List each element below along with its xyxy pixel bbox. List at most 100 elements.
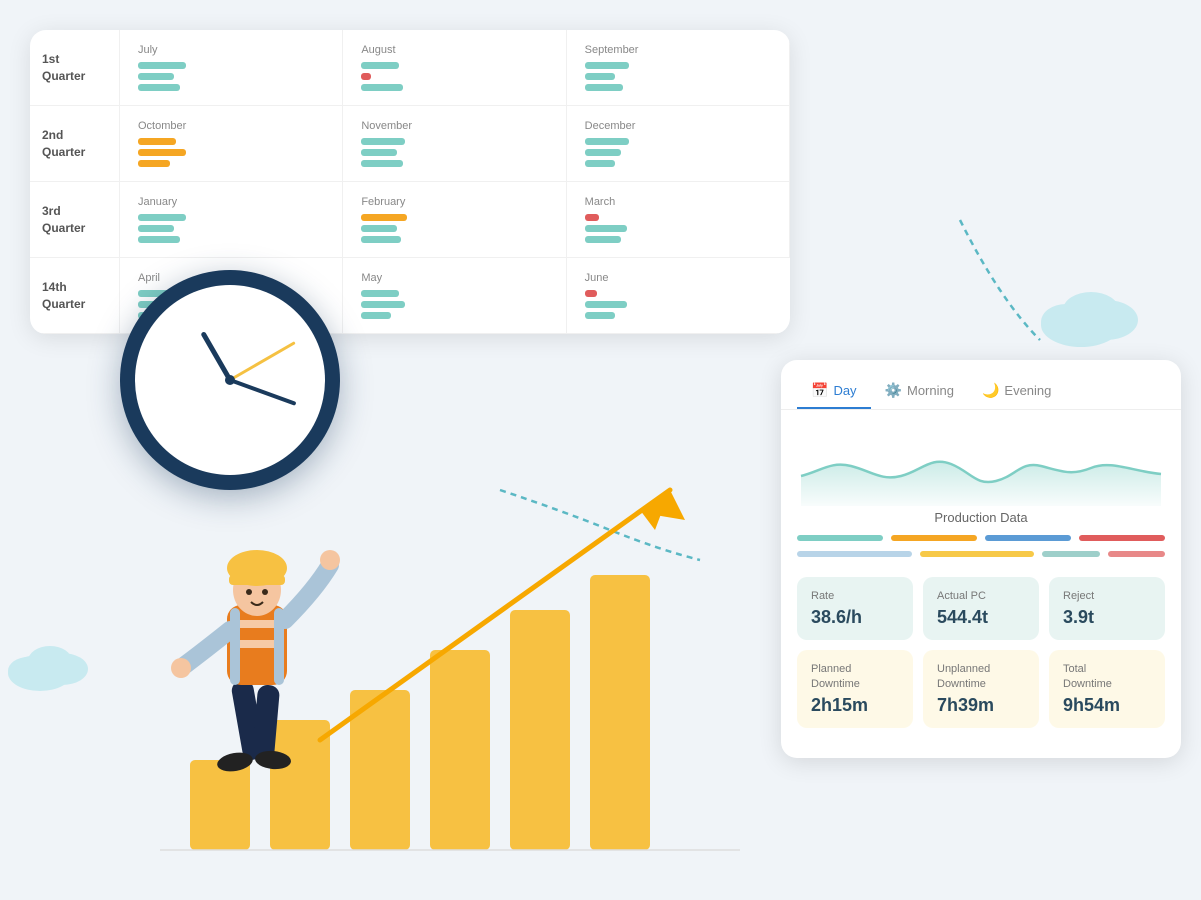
bar-3-2-0 — [585, 290, 597, 297]
quarter-label-text-1: 2ndQuarter — [42, 127, 85, 161]
bar-3-2-2 — [585, 312, 615, 319]
month-cell-2-1: February — [343, 182, 566, 258]
production-tabs: 📅 Day ⚙️ Morning 🌙 Evening — [781, 360, 1181, 410]
tab-evening[interactable]: 🌙 Evening — [968, 374, 1065, 409]
bar-row-2-2-2 — [585, 236, 771, 243]
stat-rate-label: Rate — [811, 589, 899, 603]
legend-row-2 — [781, 551, 1181, 567]
bar-group-0-1 — [361, 62, 547, 91]
quarter-label-3: 14thQuarter — [30, 258, 120, 334]
stat-total-value: 9h54m — [1063, 695, 1151, 716]
month-name-1-2: December — [585, 120, 771, 132]
legend-light-teal — [1042, 551, 1099, 557]
month-name-3-2: June — [585, 272, 772, 284]
stat-rate: Rate 38.6/h — [797, 577, 913, 640]
bar-row-1-0-2 — [138, 160, 324, 167]
morning-icon: ⚙️ — [885, 382, 902, 399]
stat-actual-pc-label: Actual PC — [937, 589, 1025, 603]
clock-minute-hand — [229, 378, 296, 406]
bar-1-2-2 — [585, 160, 615, 167]
month-name-2-1: February — [361, 196, 547, 208]
bar-3-1-0 — [361, 290, 399, 297]
stat-unplanned-value: 7h39m — [937, 695, 1025, 716]
tab-day[interactable]: 📅 Day — [797, 374, 871, 409]
bar-row-0-0-0 — [138, 62, 324, 69]
bar-group-2-2 — [585, 214, 771, 243]
bar-row-3-1-1 — [361, 301, 547, 308]
bar-row-0-1-0 — [361, 62, 547, 69]
stat-planned-downtime: PlannedDowntime 2h15m — [797, 650, 913, 728]
bar-1-0-2 — [138, 160, 170, 167]
bar-row-1-2-2 — [585, 160, 771, 167]
month-name-2-0: January — [138, 196, 324, 208]
bar-row-3-2-1 — [585, 301, 772, 308]
stats-row-1: Rate 38.6/h Actual PC 544.4t Reject 3.9t — [781, 577, 1181, 650]
legend-light-red — [1108, 551, 1165, 557]
legend-orange — [891, 535, 977, 541]
bar-group-1-0 — [138, 138, 324, 167]
bar-group-2-1 — [361, 214, 547, 243]
evening-icon: 🌙 — [982, 382, 999, 399]
month-name-0-0: July — [138, 44, 324, 56]
bar-1-2-0 — [585, 138, 629, 145]
bar-2-0-0 — [138, 214, 186, 221]
tab-morning[interactable]: ⚙️ Morning — [871, 374, 968, 409]
bar-row-1-2-1 — [585, 149, 771, 156]
bar-group-3-1 — [361, 290, 547, 319]
legend-red — [1079, 535, 1165, 541]
bar-row-0-0-2 — [138, 84, 324, 91]
bar-0-2-0 — [585, 62, 629, 69]
cloud-bottom-left — [0, 635, 100, 700]
legend-teal — [797, 535, 883, 541]
clock — [120, 270, 340, 490]
legend-light-blue — [797, 551, 912, 557]
bar-2-1-2 — [361, 236, 401, 243]
stat-total-downtime: TotalDowntime 9h54m — [1049, 650, 1165, 728]
bar-row-1-2-0 — [585, 138, 771, 145]
tab-day-label: Day — [833, 383, 856, 398]
production-title: Production Data — [781, 510, 1181, 525]
bar-group-1-1 — [361, 138, 547, 167]
stats-row-2: PlannedDowntime 2h15m UnplannedDowntime … — [781, 650, 1181, 738]
bar-row-3-1-2 — [361, 312, 547, 319]
bar-row-0-2-1 — [585, 73, 771, 80]
bar-1-1-1 — [361, 149, 397, 156]
month-name-1-1: November — [361, 120, 547, 132]
quarter-label-text-0: 1stQuarter — [42, 51, 85, 85]
stat-rate-value: 38.6/h — [811, 607, 899, 628]
bar-row-2-1-2 — [361, 236, 547, 243]
bar-2-1-1 — [361, 225, 397, 232]
bar-0-0-2 — [138, 84, 180, 91]
month-cell-1-1: November — [343, 106, 566, 182]
month-cell-2-0: January — [120, 182, 343, 258]
bar-row-0-1-1 — [361, 73, 547, 80]
production-card: 📅 Day ⚙️ Morning 🌙 Evening Produ — [781, 360, 1181, 758]
bar-row-3-2-0 — [585, 290, 772, 297]
month-name-0-1: August — [361, 44, 547, 56]
quarter-label-1: 2ndQuarter — [30, 106, 120, 182]
cloud-top-right — [1031, 280, 1151, 355]
bar-row-1-1-2 — [361, 160, 547, 167]
bar-0-1-0 — [361, 62, 399, 69]
bar-0-1-2 — [361, 84, 403, 91]
month-name-0-2: September — [585, 44, 771, 56]
bar-group-2-0 — [138, 214, 324, 243]
bar-group-1-2 — [585, 138, 771, 167]
month-name-3-1: May — [361, 272, 547, 284]
production-chart — [781, 410, 1181, 510]
bar-row-2-1-0 — [361, 214, 547, 221]
bar-row-2-0-0 — [138, 214, 324, 221]
stat-actual-pc-value: 544.4t — [937, 607, 1025, 628]
bar-row-2-2-0 — [585, 214, 771, 221]
bar-group-0-2 — [585, 62, 771, 91]
bar-row-2-0-2 — [138, 236, 324, 243]
tab-morning-label: Morning — [907, 383, 954, 398]
bar-row-0-2-2 — [585, 84, 771, 91]
bar-3-1-2 — [361, 312, 391, 319]
legend-yellow — [920, 551, 1035, 557]
bar-row-0-0-1 — [138, 73, 324, 80]
quarter-label-text-2: 3rdQuarter — [42, 203, 85, 237]
quarter-label-2: 3rdQuarter — [30, 182, 120, 258]
stat-actual-pc: Actual PC 544.4t — [923, 577, 1039, 640]
month-cell-0-2: September — [567, 30, 790, 106]
